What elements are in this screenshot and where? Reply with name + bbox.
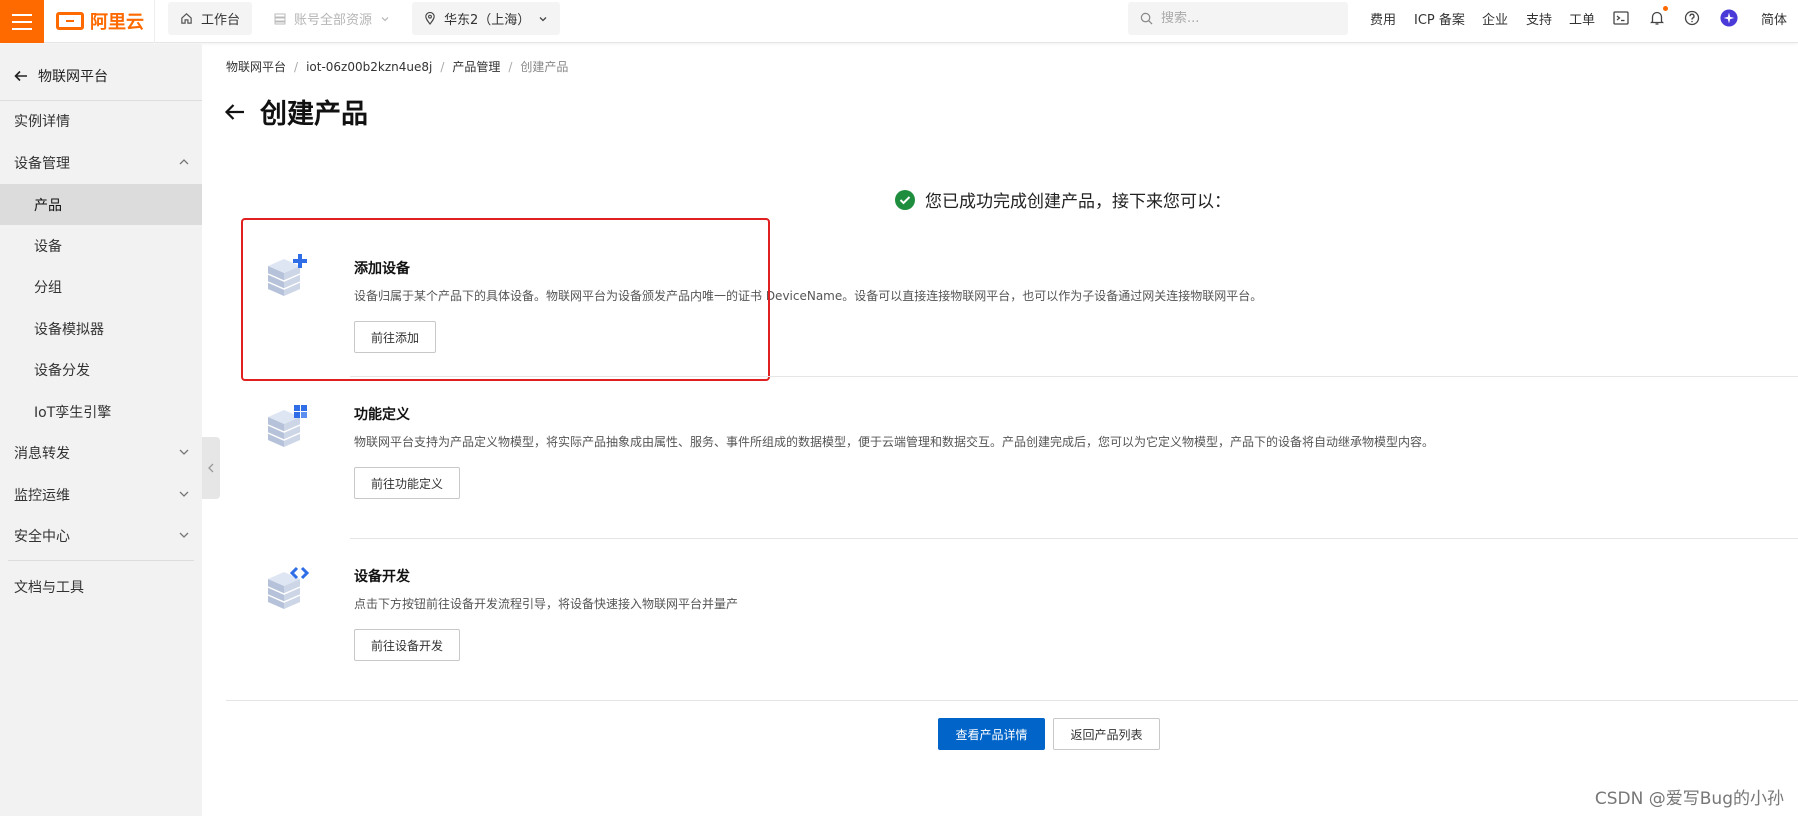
chevron-down-icon xyxy=(179,491,189,497)
watermark: CSDN @爱写Bug的小孙 xyxy=(1594,789,1784,809)
breadcrumb-instance[interactable]: iot-06z00b2kzn4ue8j xyxy=(306,60,432,74)
highlight-annotation xyxy=(241,218,770,381)
return-product-list-button[interactable]: 返回产品列表 xyxy=(1053,718,1160,750)
chevron-down-icon xyxy=(179,449,189,455)
device-dev-icon xyxy=(267,566,310,609)
sidebar-back-link[interactable]: 物联网平台 xyxy=(0,54,202,98)
breadcrumb-separator: / xyxy=(440,59,445,74)
nav-support[interactable]: 支持 xyxy=(1526,0,1552,36)
sidebar-item-label: 产品 xyxy=(34,197,62,214)
sidebar-item-message-forwarding[interactable]: 消息转发 xyxy=(0,432,202,473)
search-icon xyxy=(1140,12,1153,25)
step-description: 物联网平台支持为产品定义物模型，将实际产品抽象成由属性、服务、事件所组成的数据模… xyxy=(354,435,1435,449)
chevron-down-icon xyxy=(539,16,547,21)
search-input[interactable] xyxy=(1161,11,1331,26)
chevron-up-icon xyxy=(179,159,189,165)
aliyun-logo-mark xyxy=(56,12,84,30)
check-circle-icon xyxy=(895,189,915,210)
breadcrumb-current: 创建产品 xyxy=(520,60,569,74)
notification-dot xyxy=(1663,6,1668,11)
sidebar-item-label: 设备 xyxy=(34,238,62,255)
step-title: 功能定义 xyxy=(354,407,410,423)
success-message: 您已成功完成创建产品，接下来您可以： xyxy=(895,187,1231,212)
arrow-left-icon xyxy=(14,70,27,82)
nav-enterprise[interactable]: 企业 xyxy=(1482,0,1508,36)
resource-scope-select[interactable]: 账号全部资源 xyxy=(262,2,402,35)
sidebar-item-group[interactable]: 分组 xyxy=(0,266,202,307)
breadcrumb-product-management[interactable]: 产品管理 xyxy=(452,58,500,75)
sidebar-item-label: 分组 xyxy=(34,279,62,296)
resource-scope-label: 账号全部资源 xyxy=(294,13,373,28)
sidebar-item-label: 设备管理 xyxy=(14,155,70,172)
sidebar-item-product[interactable]: 产品 xyxy=(0,184,202,225)
page-header: 创建产品 xyxy=(224,92,368,131)
sidebar-item-label: 文档与工具 xyxy=(14,579,84,596)
sidebar-item-device-simulator[interactable]: 设备模拟器 xyxy=(0,308,202,349)
sidebar-item-label: 安全中心 xyxy=(14,528,70,545)
go-feature-definition-button[interactable]: 前往功能定义 xyxy=(354,467,461,499)
resource-icon xyxy=(274,13,286,24)
topbar-divider xyxy=(154,0,155,43)
sidebar-item-instance-details[interactable]: 实例详情 xyxy=(0,100,202,141)
sidebar-item-label: 消息转发 xyxy=(14,445,70,462)
section-divider xyxy=(350,376,1798,377)
sidebar-collapse-handle[interactable] xyxy=(202,437,220,499)
sidebar-item-device-distribution[interactable]: 设备分发 xyxy=(0,349,202,390)
avatar-icon[interactable] xyxy=(1720,9,1738,27)
region-select[interactable]: 华东2（上海） xyxy=(412,2,561,35)
top-bar: 阿里云 工作台 账号全部资源 华东2（上海） 费用 ICP 备案 企业 支持 工… xyxy=(0,0,1798,43)
page-title: 创建产品 xyxy=(260,99,368,130)
search-box[interactable] xyxy=(1128,2,1348,35)
region-label: 华东2（上海） xyxy=(444,13,531,28)
help-icon[interactable] xyxy=(1683,9,1701,27)
section-divider xyxy=(350,538,1798,539)
breadcrumb-iot-platform[interactable]: 物联网平台 xyxy=(226,58,286,75)
sidebar-item-iot-twin-engine[interactable]: IoT孪生引擎 xyxy=(0,391,202,432)
sidebar-item-monitoring[interactable]: 监控运维 xyxy=(0,474,202,515)
sidebar-item-device-management[interactable]: 设备管理 xyxy=(0,142,202,183)
sidebar-item-device[interactable]: 设备 xyxy=(0,225,202,266)
sidebar-item-security-center[interactable]: 安全中心 xyxy=(0,515,202,556)
view-product-details-button[interactable]: 查看产品详情 xyxy=(938,718,1045,750)
workbench-label: 工作台 xyxy=(201,13,241,28)
sidebar-item-label: 监控运维 xyxy=(14,487,70,504)
success-text: 您已成功完成创建产品，接下来您可以： xyxy=(925,192,1231,212)
workbench-button[interactable]: 工作台 xyxy=(168,2,253,35)
breadcrumb: 物联网平台 / iot-06z00b2kzn4ue8j / 产品管理 / 创建产… xyxy=(226,58,568,75)
terminal-icon[interactable] xyxy=(1612,9,1630,27)
breadcrumb-separator: / xyxy=(508,59,513,74)
step-feature-definition: 功能定义 物联网平台支持为产品定义物模型，将实际产品抽象成由属性、服务、事件所组… xyxy=(226,383,1798,543)
sidebar-item-label: 实例详情 xyxy=(14,113,70,130)
nav-icp[interactable]: ICP 备案 xyxy=(1414,0,1465,36)
feature-definition-icon xyxy=(267,405,307,447)
sidebar: 物联网平台 实例详情 设备管理 产品 设备 分组 设备模拟器 设备分发 IoT孪… xyxy=(0,44,202,816)
chevron-left-icon xyxy=(208,463,214,473)
step-description: 点击下方按钮前往设备开发流程引导，将设备快速接入物联网平台并量产 xyxy=(354,597,739,611)
sidebar-item-docs-tools[interactable]: 文档与工具 xyxy=(0,566,202,607)
bell-icon[interactable] xyxy=(1648,6,1668,27)
chevron-down-icon xyxy=(381,16,389,21)
chevron-down-icon xyxy=(179,532,189,538)
nav-ticket[interactable]: 工单 xyxy=(1569,0,1595,36)
sidebar-divider xyxy=(8,560,194,561)
section-divider xyxy=(226,700,1798,701)
step-title: 设备开发 xyxy=(354,569,410,585)
back-arrow-icon[interactable] xyxy=(224,103,246,121)
go-device-development-button[interactable]: 前往设备开发 xyxy=(354,629,461,661)
home-icon xyxy=(181,13,192,24)
sidebar-item-label: 设备模拟器 xyxy=(34,321,104,338)
language-switch[interactable]: 简体 xyxy=(1761,0,1787,36)
breadcrumb-separator: / xyxy=(294,59,299,74)
sidebar-item-label: IoT孪生引擎 xyxy=(34,404,112,421)
step-device-development: 设备开发 点击下方按钮前往设备开发流程引导，将设备快速接入物联网平台并量产 前往… xyxy=(226,545,1798,695)
nav-billing[interactable]: 费用 xyxy=(1370,0,1396,36)
aliyun-logo[interactable]: 阿里云 xyxy=(56,8,144,34)
logo-text: 阿里云 xyxy=(90,12,144,33)
location-icon xyxy=(425,12,435,25)
sidebar-item-label: 设备分发 xyxy=(34,362,90,379)
sidebar-back-label: 物联网平台 xyxy=(38,69,108,85)
menu-icon[interactable] xyxy=(0,0,44,43)
